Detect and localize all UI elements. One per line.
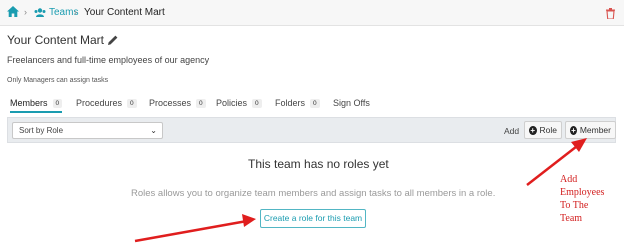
breadcrumb-teams[interactable]: Teams xyxy=(34,7,78,18)
tab-label: Processes xyxy=(149,98,192,108)
annotation-line: Add xyxy=(560,174,578,185)
tab-members[interactable]: Members 0 xyxy=(10,98,63,113)
page-title-text: Your Content Mart xyxy=(7,33,104,47)
empty-state-description: Roles allows you to organize team member… xyxy=(131,188,496,199)
chevron-down-icon: ⌄ xyxy=(150,126,157,135)
tab-count-badge: 0 xyxy=(310,98,320,108)
tab-count-badge: 0 xyxy=(252,98,262,108)
tab-folders[interactable]: Folders 0 xyxy=(275,98,320,108)
tab-count-badge: 0 xyxy=(196,98,206,108)
breadcrumb-bar: › Teams › Your Content Mart xyxy=(0,0,624,26)
team-note: Only Managers can assign tasks xyxy=(7,77,109,84)
sort-select-value: Sort by Role xyxy=(19,126,64,135)
tab-label: Procedures xyxy=(76,98,123,108)
annotation-arrow-create-role xyxy=(134,219,248,243)
chevron-right-icon: › xyxy=(74,7,77,17)
add-role-button[interactable]: + Role xyxy=(524,121,562,139)
add-member-label: Member xyxy=(579,125,611,135)
chevron-right-icon: › xyxy=(24,7,27,17)
add-role-label: Role xyxy=(539,125,557,135)
tab-count-badge: 0 xyxy=(52,98,63,108)
annotation-arrowhead-create-role xyxy=(242,214,256,227)
empty-state-title: This team has no roles yet xyxy=(248,157,389,171)
pencil-icon[interactable] xyxy=(107,35,118,45)
sort-select[interactable]: Sort by Role ⌄ xyxy=(12,122,163,139)
tab-label: Members xyxy=(10,98,48,108)
tab-count-badge: 0 xyxy=(127,98,137,108)
tab-procedures[interactable]: Procedures 0 xyxy=(76,98,137,108)
create-role-button[interactable]: Create a role for this team xyxy=(260,209,366,228)
annotation-line: Employees xyxy=(560,187,605,198)
plus-circle-icon: + xyxy=(529,125,537,135)
page-title: Your Content Mart xyxy=(7,33,118,47)
tab-processes[interactable]: Processes 0 xyxy=(149,98,206,108)
tab-sign-offs[interactable]: Sign Offs xyxy=(333,98,370,108)
plus-circle-icon: + xyxy=(570,125,577,135)
tab-label: Folders xyxy=(275,98,306,108)
tab-label: Policies xyxy=(216,98,248,108)
add-label: Add xyxy=(504,126,520,136)
annotation-text: Add Employees To The Team xyxy=(560,173,604,225)
users-icon xyxy=(34,8,46,17)
annotation-line: To The xyxy=(560,200,589,211)
add-member-button[interactable]: + Member xyxy=(565,121,616,139)
trash-icon[interactable] xyxy=(606,8,615,19)
members-toolbar: Sort by Role ⌄ Add + Role + Member xyxy=(7,117,616,143)
annotation-line: Team xyxy=(560,213,583,224)
tab-policies[interactable]: Policies 0 xyxy=(216,98,262,108)
tab-label: Sign Offs xyxy=(333,98,370,108)
team-description: Freelancers and full-time employees of o… xyxy=(7,55,210,65)
breadcrumb-current: Your Content Mart xyxy=(84,7,165,18)
home-icon[interactable] xyxy=(7,6,19,17)
